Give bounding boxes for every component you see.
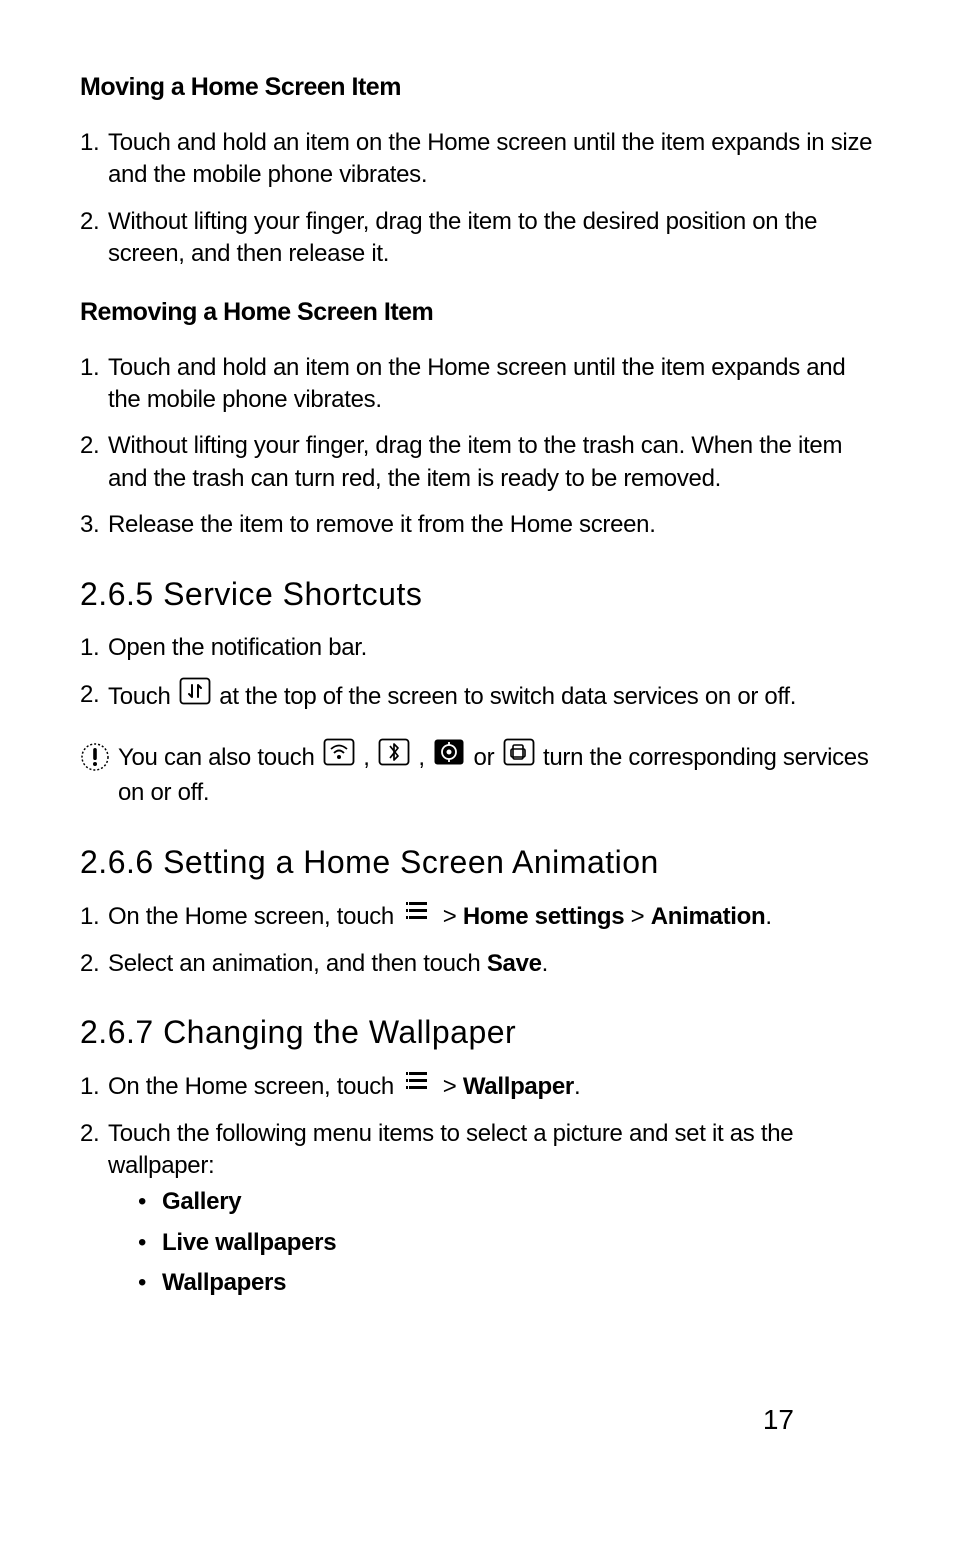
rotate-icon bbox=[503, 738, 535, 775]
data-toggle-icon bbox=[179, 677, 211, 714]
bold-text: Animation bbox=[651, 903, 766, 930]
text: Touch the following menu items to select… bbox=[108, 1120, 793, 1179]
list-item: Touch and hold an item on the Home scree… bbox=[108, 352, 874, 417]
list-item: Release the item to remove it from the H… bbox=[108, 509, 874, 541]
bluetooth-icon bbox=[378, 738, 410, 775]
wifi-icon bbox=[323, 738, 355, 775]
text: . bbox=[574, 1073, 580, 1100]
list-moving: Touch and hold an item on the Home scree… bbox=[80, 127, 874, 271]
list-item: On the Home screen, touch > Home setting… bbox=[108, 901, 874, 934]
list-item: Without lifting your finger, drag the it… bbox=[108, 206, 874, 271]
attention-icon bbox=[80, 742, 110, 772]
list-item: Touch and hold an item on the Home scree… bbox=[108, 127, 874, 192]
list-item: Wallpapers bbox=[138, 1267, 874, 1299]
list-item: Touch the following menu items to select… bbox=[108, 1118, 874, 1300]
list-item: Touch at the top of the screen to switch… bbox=[108, 679, 874, 716]
heading-animation: 2.6.6 Setting a Home Screen Animation bbox=[80, 840, 874, 885]
text: Touch bbox=[108, 683, 177, 710]
list-wallpaper: On the Home screen, touch > Wallpaper. T… bbox=[80, 1071, 874, 1300]
text: . bbox=[765, 903, 771, 930]
heading-wallpaper: 2.6.7 Changing the Wallpaper bbox=[80, 1010, 874, 1055]
note-text: You can also touch , , bbox=[118, 740, 874, 810]
text: at the top of the screen to switch data … bbox=[219, 683, 796, 710]
heading-removing: Removing a Home Screen Item bbox=[80, 295, 874, 330]
text: , bbox=[418, 744, 431, 771]
heading-moving: Moving a Home Screen Item bbox=[80, 70, 874, 105]
text: > bbox=[443, 903, 463, 930]
list-animation: On the Home screen, touch > Home setting… bbox=[80, 901, 874, 980]
menu-icon bbox=[404, 1069, 432, 1101]
text: or bbox=[474, 744, 501, 771]
bullet-list: Gallery Live wallpapers Wallpapers bbox=[108, 1186, 874, 1299]
list-service: Open the notification bar. Touch at the … bbox=[80, 632, 874, 716]
text: Select an animation, and then touch bbox=[108, 950, 487, 977]
text: On the Home screen, touch bbox=[108, 1073, 400, 1100]
heading-service-shortcuts: 2.6.5 Service Shortcuts bbox=[80, 572, 874, 617]
text: On the Home screen, touch bbox=[108, 903, 400, 930]
text: > bbox=[624, 903, 650, 930]
text: You can also touch bbox=[118, 744, 321, 771]
note-row: You can also touch , , bbox=[80, 740, 874, 810]
bold-text: Save bbox=[487, 950, 542, 977]
list-item: Open the notification bar. bbox=[108, 632, 874, 664]
list-item: Live wallpapers bbox=[138, 1227, 874, 1259]
list-item: On the Home screen, touch > Wallpaper. bbox=[108, 1071, 874, 1104]
list-item: Select an animation, and then touch Save… bbox=[108, 948, 874, 980]
text: > bbox=[443, 1073, 463, 1100]
gps-icon bbox=[433, 738, 465, 775]
list-item: Without lifting your finger, drag the it… bbox=[108, 430, 874, 495]
list-item: Gallery bbox=[138, 1186, 874, 1218]
page-number: 17 bbox=[763, 1400, 794, 1439]
bold-text: Home settings bbox=[463, 903, 624, 930]
menu-icon bbox=[404, 899, 432, 931]
bold-text: Wallpaper bbox=[463, 1073, 574, 1100]
text: , bbox=[363, 744, 376, 771]
list-removing: Touch and hold an item on the Home scree… bbox=[80, 352, 874, 542]
text: . bbox=[542, 950, 548, 977]
